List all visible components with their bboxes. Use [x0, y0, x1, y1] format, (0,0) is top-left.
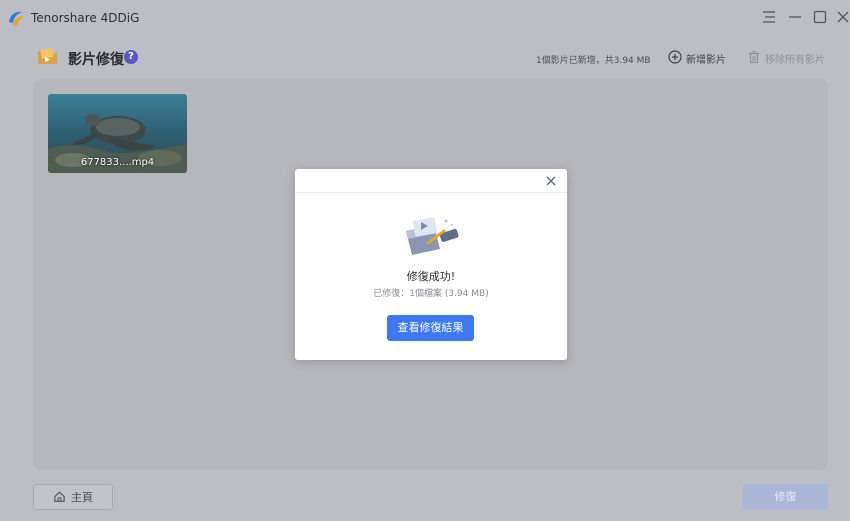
home-icon — [53, 488, 66, 507]
dialog-close-icon[interactable] — [544, 173, 558, 187]
remove-all-button[interactable]: 移除所有影片 — [747, 49, 825, 67]
success-detail: 已修復：1個檔案 (3.94 MB) — [373, 289, 489, 299]
add-video-label: 新增影片 — [686, 54, 726, 66]
trash-icon — [747, 49, 761, 68]
home-button[interactable]: 主頁 — [33, 484, 113, 510]
close-icon[interactable] — [834, 8, 850, 26]
add-video-button[interactable]: 新增影片 — [668, 49, 726, 67]
maximize-icon[interactable] — [811, 8, 829, 26]
plus-circle-icon — [668, 49, 682, 68]
title-bar: Tenorshare 4DDiG — [0, 0, 850, 36]
remove-all-label: 移除所有影片 — [765, 54, 825, 66]
video-repair-illustration-icon — [400, 213, 462, 257]
repair-success-dialog: 修復成功! 已修復：1個檔案 (3.94 MB) 查看修復結果 — [295, 169, 567, 360]
success-title: 修復成功! — [406, 270, 456, 283]
menu-icon[interactable] — [760, 8, 778, 26]
page-title: 影片修復 — [68, 52, 124, 68]
home-label: 主頁 — [71, 491, 93, 504]
app-title: Tenorshare 4DDiG — [31, 11, 140, 25]
minimize-icon[interactable] — [786, 8, 804, 26]
video-stats: 1個影片已新增，共3.94 MB — [536, 56, 651, 66]
app-logo-icon — [6, 8, 26, 28]
dialog-divider — [295, 192, 567, 193]
video-thumbnail[interactable]: 677833....mp4 — [48, 94, 187, 173]
help-icon[interactable]: ? — [124, 50, 138, 64]
repair-button[interactable]: 修復 — [743, 484, 828, 510]
video-folder-icon — [36, 45, 60, 67]
view-results-button[interactable]: 查看修復結果 — [387, 315, 474, 341]
video-filename: 677833....mp4 — [80, 157, 155, 168]
